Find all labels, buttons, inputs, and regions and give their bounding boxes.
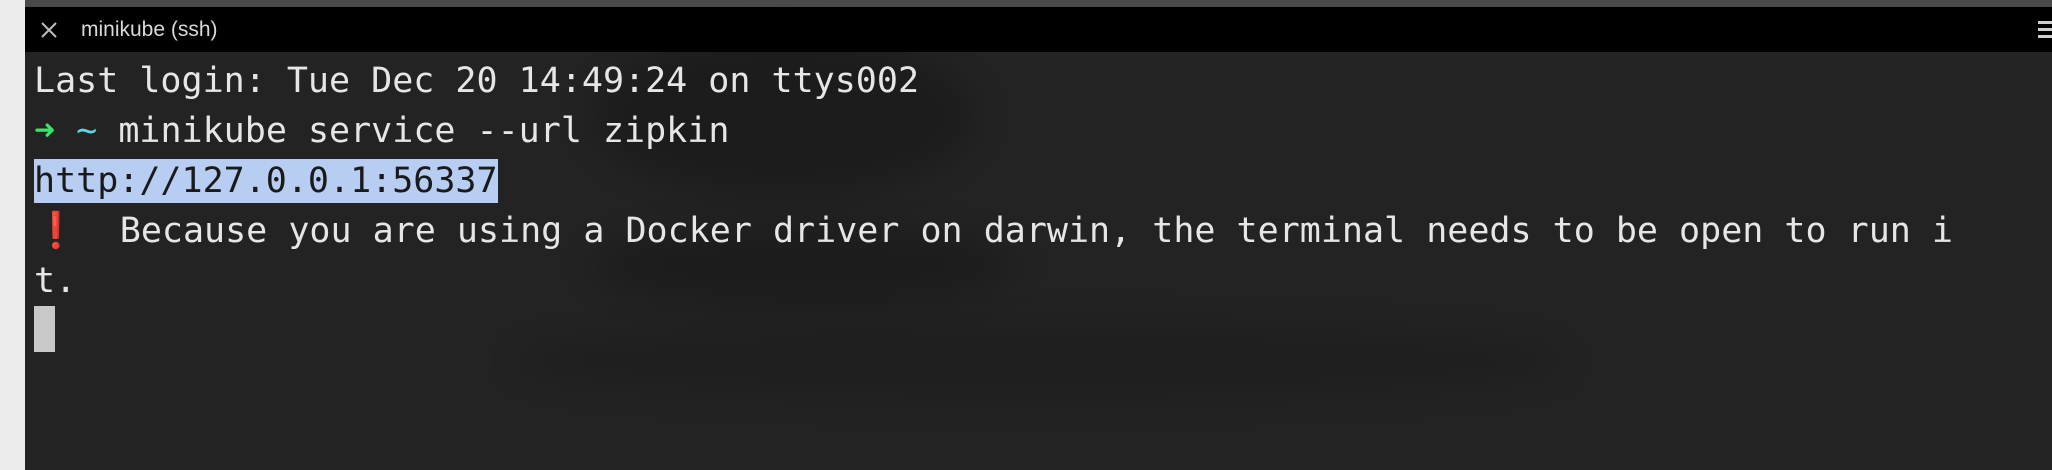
warning-line-continuation: t. bbox=[34, 261, 77, 301]
output-url-line: http://127.0.0.1:56337 bbox=[34, 156, 498, 206]
terminal-output[interactable]: Last login: Tue Dec 20 14:49:24 on ttys0… bbox=[34, 36, 2044, 466]
background-shadow bbox=[514, 326, 1564, 396]
warning-icon: ❗ bbox=[34, 211, 78, 251]
last-login-line: Last login: Tue Dec 20 14:49:24 on ttys0… bbox=[34, 61, 920, 101]
command-line: ➜ ~ minikube service --url zipkin bbox=[34, 106, 729, 156]
warning-line: ❗ Because you are using a Docker driver … bbox=[34, 206, 1953, 256]
tab-bar: minikube (ssh) bbox=[25, 7, 2052, 52]
tab-title[interactable]: minikube (ssh) bbox=[81, 17, 218, 43]
window-top-border bbox=[25, 0, 2052, 7]
prompt-directory: ~ bbox=[76, 111, 98, 151]
selected-url[interactable]: http://127.0.0.1:56337 bbox=[34, 159, 498, 203]
command-text: minikube service --url zipkin bbox=[118, 111, 730, 151]
hamburger-menu-icon[interactable] bbox=[2038, 21, 2052, 41]
warning-text: Because you are using a Docker driver on… bbox=[119, 211, 1953, 251]
close-icon[interactable] bbox=[37, 18, 61, 42]
terminal-window: minikube (ssh) Last login: Tue Dec 20 14… bbox=[25, 0, 2052, 470]
terminal-cursor bbox=[34, 306, 55, 352]
prompt-arrow-icon: ➜ bbox=[34, 111, 56, 151]
desktop-edge bbox=[0, 0, 25, 470]
